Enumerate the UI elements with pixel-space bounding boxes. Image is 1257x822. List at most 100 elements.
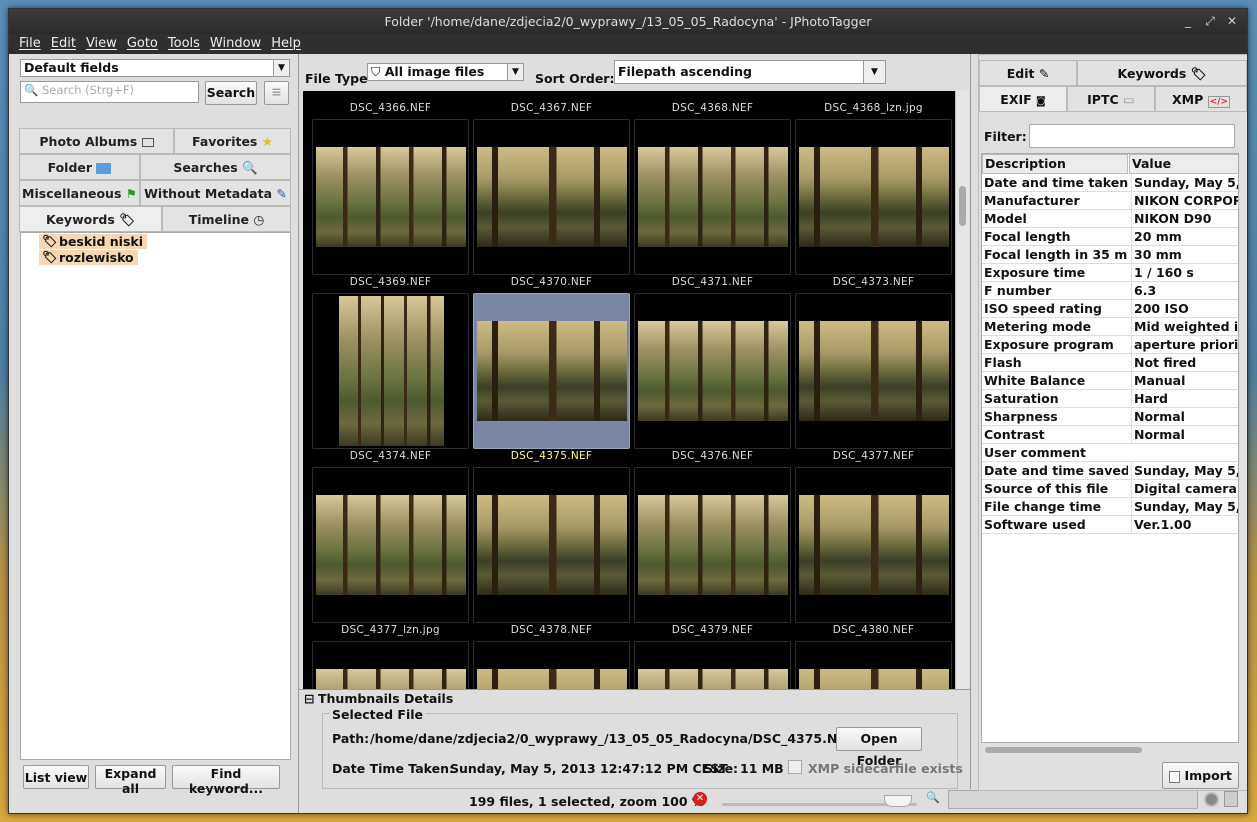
open-folder-button[interactable]: Open Folder [836, 727, 922, 768]
find-keyword-button[interactable]: Find keyword... [172, 765, 280, 796]
thumbnail[interactable] [312, 641, 469, 689]
thumbnail[interactable] [473, 641, 630, 689]
expand-all-button[interactable]: Expand all [95, 765, 166, 796]
stop-icon[interactable] [1204, 792, 1219, 807]
tab-xmp[interactable]: XMP </> [1155, 86, 1247, 112]
tab-exif[interactable]: EXIF ◙ [979, 86, 1067, 112]
thumbnail[interactable] [634, 293, 791, 449]
exif-row[interactable]: Manufacturer NIKON CORPORA [982, 192, 1238, 210]
menu-view[interactable]: View [81, 34, 122, 54]
exif-row[interactable]: Metering mode Mid weighted int [982, 318, 1238, 336]
menu-help[interactable]: Help [266, 34, 306, 54]
details-title: Thumbnails Details [318, 691, 454, 706]
column-header-description[interactable]: Description [982, 154, 1128, 174]
keyword-item[interactable]: 🏷 beskid niski [39, 234, 147, 249]
thumbnail-image [477, 321, 627, 421]
menu-edit[interactable]: Edit [46, 34, 81, 54]
zoom-slider-handle[interactable] [884, 795, 912, 807]
tab-favorites[interactable]: Favorites ★ [174, 128, 291, 154]
resize-grip-icon[interactable] [1224, 791, 1238, 807]
thumbnail[interactable] [795, 641, 952, 689]
thumbnail[interactable] [795, 467, 952, 623]
thumbnail[interactable] [312, 119, 469, 275]
exif-row[interactable]: White Balance Manual [982, 372, 1238, 390]
tab-iptc[interactable]: IPTC ▭ [1067, 86, 1155, 112]
exif-row[interactable]: File change time Sunday, May 5, 2 [982, 498, 1238, 516]
tab-searches[interactable]: Searches 🔍 [140, 154, 291, 180]
exif-row[interactable]: Exposure time 1 / 160 s [982, 264, 1238, 282]
tab-photo-albums[interactable]: Photo Albums [19, 128, 174, 154]
sort-order-select[interactable]: Filepath ascending ▼ [614, 60, 886, 84]
exif-row[interactable]: Saturation Hard [982, 390, 1238, 408]
search-input[interactable]: 🔍 Search (Strg+F) [20, 81, 199, 103]
exif-row[interactable]: Software used Ver.1.00 [982, 516, 1238, 534]
minimize-icon[interactable]: _ [1179, 9, 1197, 34]
close-icon[interactable]: ✕ [1223, 9, 1241, 34]
splitter-right[interactable] [970, 54, 971, 789]
thumbnail[interactable] [473, 119, 630, 275]
exif-description: Model [984, 211, 1027, 226]
search-icon: 🔍 [24, 83, 39, 97]
thumbnail[interactable] [473, 467, 630, 623]
exif-row[interactable]: Exposure program aperture priority [982, 336, 1238, 354]
maximize-icon[interactable]: ⤢ [1201, 9, 1219, 34]
thumbnail-image [799, 669, 949, 689]
exif-value: 200 ISO [1131, 300, 1238, 317]
list-view-button[interactable]: List view [23, 765, 89, 789]
import-button[interactable]: Import [1162, 762, 1239, 789]
exif-row[interactable]: Source of this file Digital camera [982, 480, 1238, 498]
exif-value: Sunday, May 5, 2 [1131, 462, 1238, 479]
tab-folder[interactable]: Folder [19, 154, 140, 180]
thumbnail[interactable] [634, 119, 791, 275]
exif-description: White Balance [984, 373, 1086, 388]
thumbnail[interactable] [312, 467, 469, 623]
thumbnail-scrollbar[interactable] [955, 91, 969, 689]
thumbnail[interactable] [312, 293, 469, 449]
exif-row[interactable]: User comment [982, 444, 1238, 462]
column-header-value[interactable]: Value [1129, 154, 1238, 174]
exif-description: File change time [984, 499, 1102, 514]
field-select[interactable]: Default fields ▼ [20, 59, 290, 77]
keyword-item[interactable]: 🏷 rozlewisko [39, 250, 138, 265]
menu-tools[interactable]: Tools [163, 34, 205, 54]
thumbnail[interactable] [795, 293, 952, 449]
xmp-checkbox[interactable] [788, 760, 802, 774]
menu-window[interactable]: Window [205, 34, 266, 54]
exif-row[interactable]: Contrast Normal [982, 426, 1238, 444]
thumbnail[interactable] [795, 119, 952, 275]
tab-keywords-meta[interactable]: Keywords 🏷 [1077, 60, 1247, 86]
exif-description: Saturation [984, 391, 1059, 406]
menu-lines-icon[interactable]: ≡ [264, 81, 289, 105]
scrollbar-thumb[interactable] [959, 186, 966, 226]
file-type-select[interactable]: ⛉ All image files ▼ [367, 63, 524, 81]
thumbnail[interactable] [634, 641, 791, 689]
thumbnail-selected[interactable] [473, 293, 630, 449]
tab-timeline[interactable]: Timeline ◷ [162, 206, 291, 232]
exif-row[interactable]: Focal length 20 mm [982, 228, 1238, 246]
tab-keywords-meta-label: Keywords [1117, 66, 1187, 81]
tab-searches-label: Searches [173, 160, 238, 175]
filter-input[interactable] [1029, 124, 1235, 148]
tab-miscellaneous[interactable]: Miscellaneous ⚑ [19, 180, 140, 206]
tab-edit[interactable]: Edit ✎ [979, 60, 1077, 86]
exif-row[interactable]: Date and time takenSunday, May 5, 2 [982, 174, 1238, 192]
cancel-icon[interactable]: ✕ [693, 792, 707, 806]
tag-icon: 🏷 [1190, 66, 1207, 81]
collapse-icon[interactable]: ⊟ [304, 691, 314, 706]
exif-row[interactable]: Sharpness Normal [982, 408, 1238, 426]
exif-row[interactable]: F number 6.3 [982, 282, 1238, 300]
search-button[interactable]: Search [205, 81, 257, 105]
tab-without-metadata[interactable]: Without Metadata ✎ [140, 180, 291, 206]
exif-horizontal-scrollbar[interactable] [985, 747, 1142, 753]
exif-row[interactable]: Focal length in 35 mm 30 mm [982, 246, 1238, 264]
thumbnail-label: DSC_4374.NEF [349, 450, 432, 462]
menu-goto[interactable]: Goto [122, 34, 163, 54]
exif-row[interactable]: Date and time savedSunday, May 5, 2 [982, 462, 1238, 480]
exif-row[interactable]: Flash Not fired [982, 354, 1238, 372]
tab-keywords[interactable]: Keywords 🏷 [19, 206, 162, 232]
thumbnail[interactable] [634, 467, 791, 623]
exif-row[interactable]: Model NIKON D90 [982, 210, 1238, 228]
exif-row[interactable]: ISO speed rating 200 ISO [982, 300, 1238, 318]
thumbnail-grid[interactable]: DSC_4366.NEF DSC_4367.NEF DSC_4368.NEF D… [303, 91, 969, 689]
menu-file[interactable]: File [14, 34, 46, 54]
